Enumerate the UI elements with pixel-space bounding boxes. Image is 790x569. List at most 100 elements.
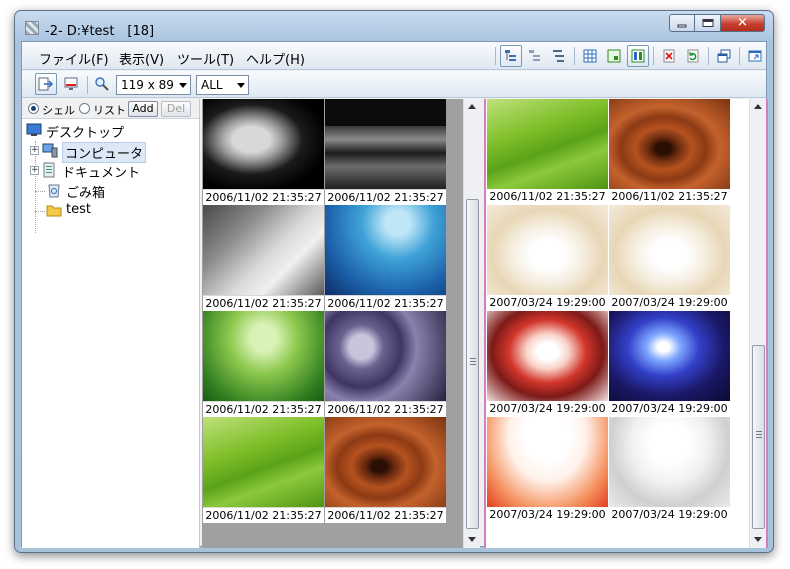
thumbnail-caption: 2006/11/02 21:35:27 [611,190,728,203]
menu-bar: ファイル(F) 表示(V) ツール(T) ヘルプ(H) [22,42,766,70]
thumbnail[interactable]: 2006/11/02 21:35:27 [203,311,324,417]
tree-view-button[interactable] [500,45,522,67]
toolbar-separator [708,47,709,65]
thumbnail-image [609,99,730,189]
tree-view-alt-button[interactable] [524,45,546,67]
monitor-icon [64,77,78,90]
left-panel-scrollbar[interactable] [463,99,480,548]
thumbnail[interactable]: 2006/11/02 21:35:27 [487,99,608,205]
thumbnail-caption: 2007/03/24 19:29:00 [611,402,728,415]
expand-icon[interactable]: + [30,166,39,175]
maximize-icon [702,19,713,27]
thumbnail-caption: 2006/11/02 21:35:27 [489,190,606,203]
thumbnail[interactable]: 2007/03/24 19:29:00 [609,205,730,311]
close-button[interactable]: ✕ [721,14,765,32]
tree-view-icon [505,50,516,61]
thumbnail-image [325,99,446,189]
sync-button[interactable] [35,73,57,95]
thumbnail-size-value: 119 x 89 [121,78,174,92]
thumbnail[interactable]: 2007/03/24 19:29:00 [487,205,608,311]
thumbnail-caption: 2006/11/02 21:35:27 [325,401,446,417]
grip-line [756,431,762,432]
thumbnail-caption: 2006/11/02 21:35:27 [325,507,446,523]
list-radio[interactable] [79,103,90,114]
grip-line [470,364,476,365]
menu-view[interactable]: 表示(V) [119,49,164,68]
thumbnail-caption: 2006/11/02 21:35:27 [325,189,446,205]
thumbnail-caption: 2007/03/24 19:29:00 [611,508,728,521]
thumbnail[interactable]: 2006/11/02 21:35:27 [609,99,730,205]
single-view-icon [607,49,621,63]
tree-label-test: test [66,202,91,217]
dual-view-icon [631,49,645,63]
popout-icon [748,50,762,62]
toolbar-separator [87,76,88,94]
del-button[interactable]: Del [161,101,191,117]
thumbnail[interactable]: 2007/03/24 19:29:00 [609,417,730,523]
folder-icon [46,205,62,217]
chevron-down-icon [179,83,187,88]
tree-mode-row: シェル リスト Add Del [22,99,199,119]
add-button[interactable]: Add [128,101,158,117]
thumbnail[interactable]: 2007/03/24 19:29:00 [487,311,608,417]
maximize-button[interactable] [695,14,721,32]
grid-view-button[interactable] [579,45,601,67]
shell-radio[interactable] [28,103,39,114]
thumbnail[interactable]: 2006/11/02 21:35:27 [325,99,446,205]
thumbnail[interactable]: 2006/11/02 21:35:27 [203,205,324,311]
thumbnail-size-select[interactable]: 119 x 89 [116,75,191,95]
thumbnail-image [325,311,446,401]
menu-tools[interactable]: ツール(T) [177,49,234,68]
refresh-icon [687,49,699,63]
grid-view-icon [583,49,597,63]
thumbnail-image [325,417,446,507]
tree-sort-button[interactable] [548,45,570,67]
thumbnail[interactable]: 2007/03/24 19:29:00 [609,311,730,417]
menu-help[interactable]: ヘルプ(H) [246,49,305,68]
scroll-up-icon[interactable] [468,104,476,109]
thumbnail-image [203,311,324,401]
toolbar-separator [653,47,654,65]
scroll-down-icon[interactable] [468,537,476,542]
thumbnail-panel-right: 2006/11/02 21:35:27 2006/11/02 21:35:27 … [484,99,768,548]
thumbnail[interactable]: 2006/11/02 21:35:27 [203,417,324,523]
right-panel-scrollbar[interactable] [749,99,766,548]
single-view-button[interactable] [603,45,625,67]
thumbnail-caption: 2006/11/02 21:35:27 [203,401,324,417]
thumbnail-caption: 2006/11/02 21:35:27 [203,189,324,205]
scroll-down-icon[interactable] [754,537,762,542]
popout-button[interactable] [744,45,766,67]
new-window-button[interactable] [713,45,735,67]
thumbnail[interactable]: 2006/11/02 21:35:27 [325,417,446,523]
expand-icon[interactable]: + [30,146,39,155]
list-label: リスト [93,104,126,117]
title-bar[interactable]: -2- D:¥test [18] ✕ [15,11,773,41]
filter-select[interactable]: ALL [196,75,249,95]
thumbnail[interactable]: 2007/03/24 19:29:00 [487,417,608,523]
delete-icon [663,49,675,63]
tree-label-trash: ごみ箱 [66,186,106,201]
menu-file[interactable]: ファイル(F) [39,49,109,68]
toolbar-separator [495,47,496,65]
display-button[interactable] [60,73,82,95]
thumbnail[interactable]: 2006/11/02 21:35:27 [325,311,446,417]
refresh-button[interactable] [682,45,704,67]
minimize-button[interactable] [669,14,695,32]
delete-button[interactable] [658,45,680,67]
magnifier-icon [95,77,109,91]
scroll-up-icon[interactable] [754,104,762,109]
tree-line [35,211,45,212]
main-window: -2- D:¥test [18] ✕ ファイル(F) 表示(V) ツール(T) … [14,10,774,553]
folder-tree-pane: シェル リスト Add Del デスクトップ + コンピュータ + ドキュメント… [22,99,200,548]
scroll-thumb[interactable] [752,345,765,529]
zoom-button[interactable] [91,73,113,95]
thumbnail[interactable]: 2006/11/02 21:35:27 [203,99,324,205]
tree-sort-icon [553,50,564,62]
client-area: ファイル(F) 表示(V) ツール(T) ヘルプ(H) 119 x 89 ALL… [21,41,768,548]
dual-view-button[interactable] [627,45,649,67]
thumbnail-image [487,417,608,507]
thumbnail[interactable]: 2006/11/02 21:35:27 [325,205,446,311]
close-icon: ✕ [737,15,748,31]
thumbnail-image [487,205,608,295]
scroll-thumb[interactable] [466,199,479,529]
